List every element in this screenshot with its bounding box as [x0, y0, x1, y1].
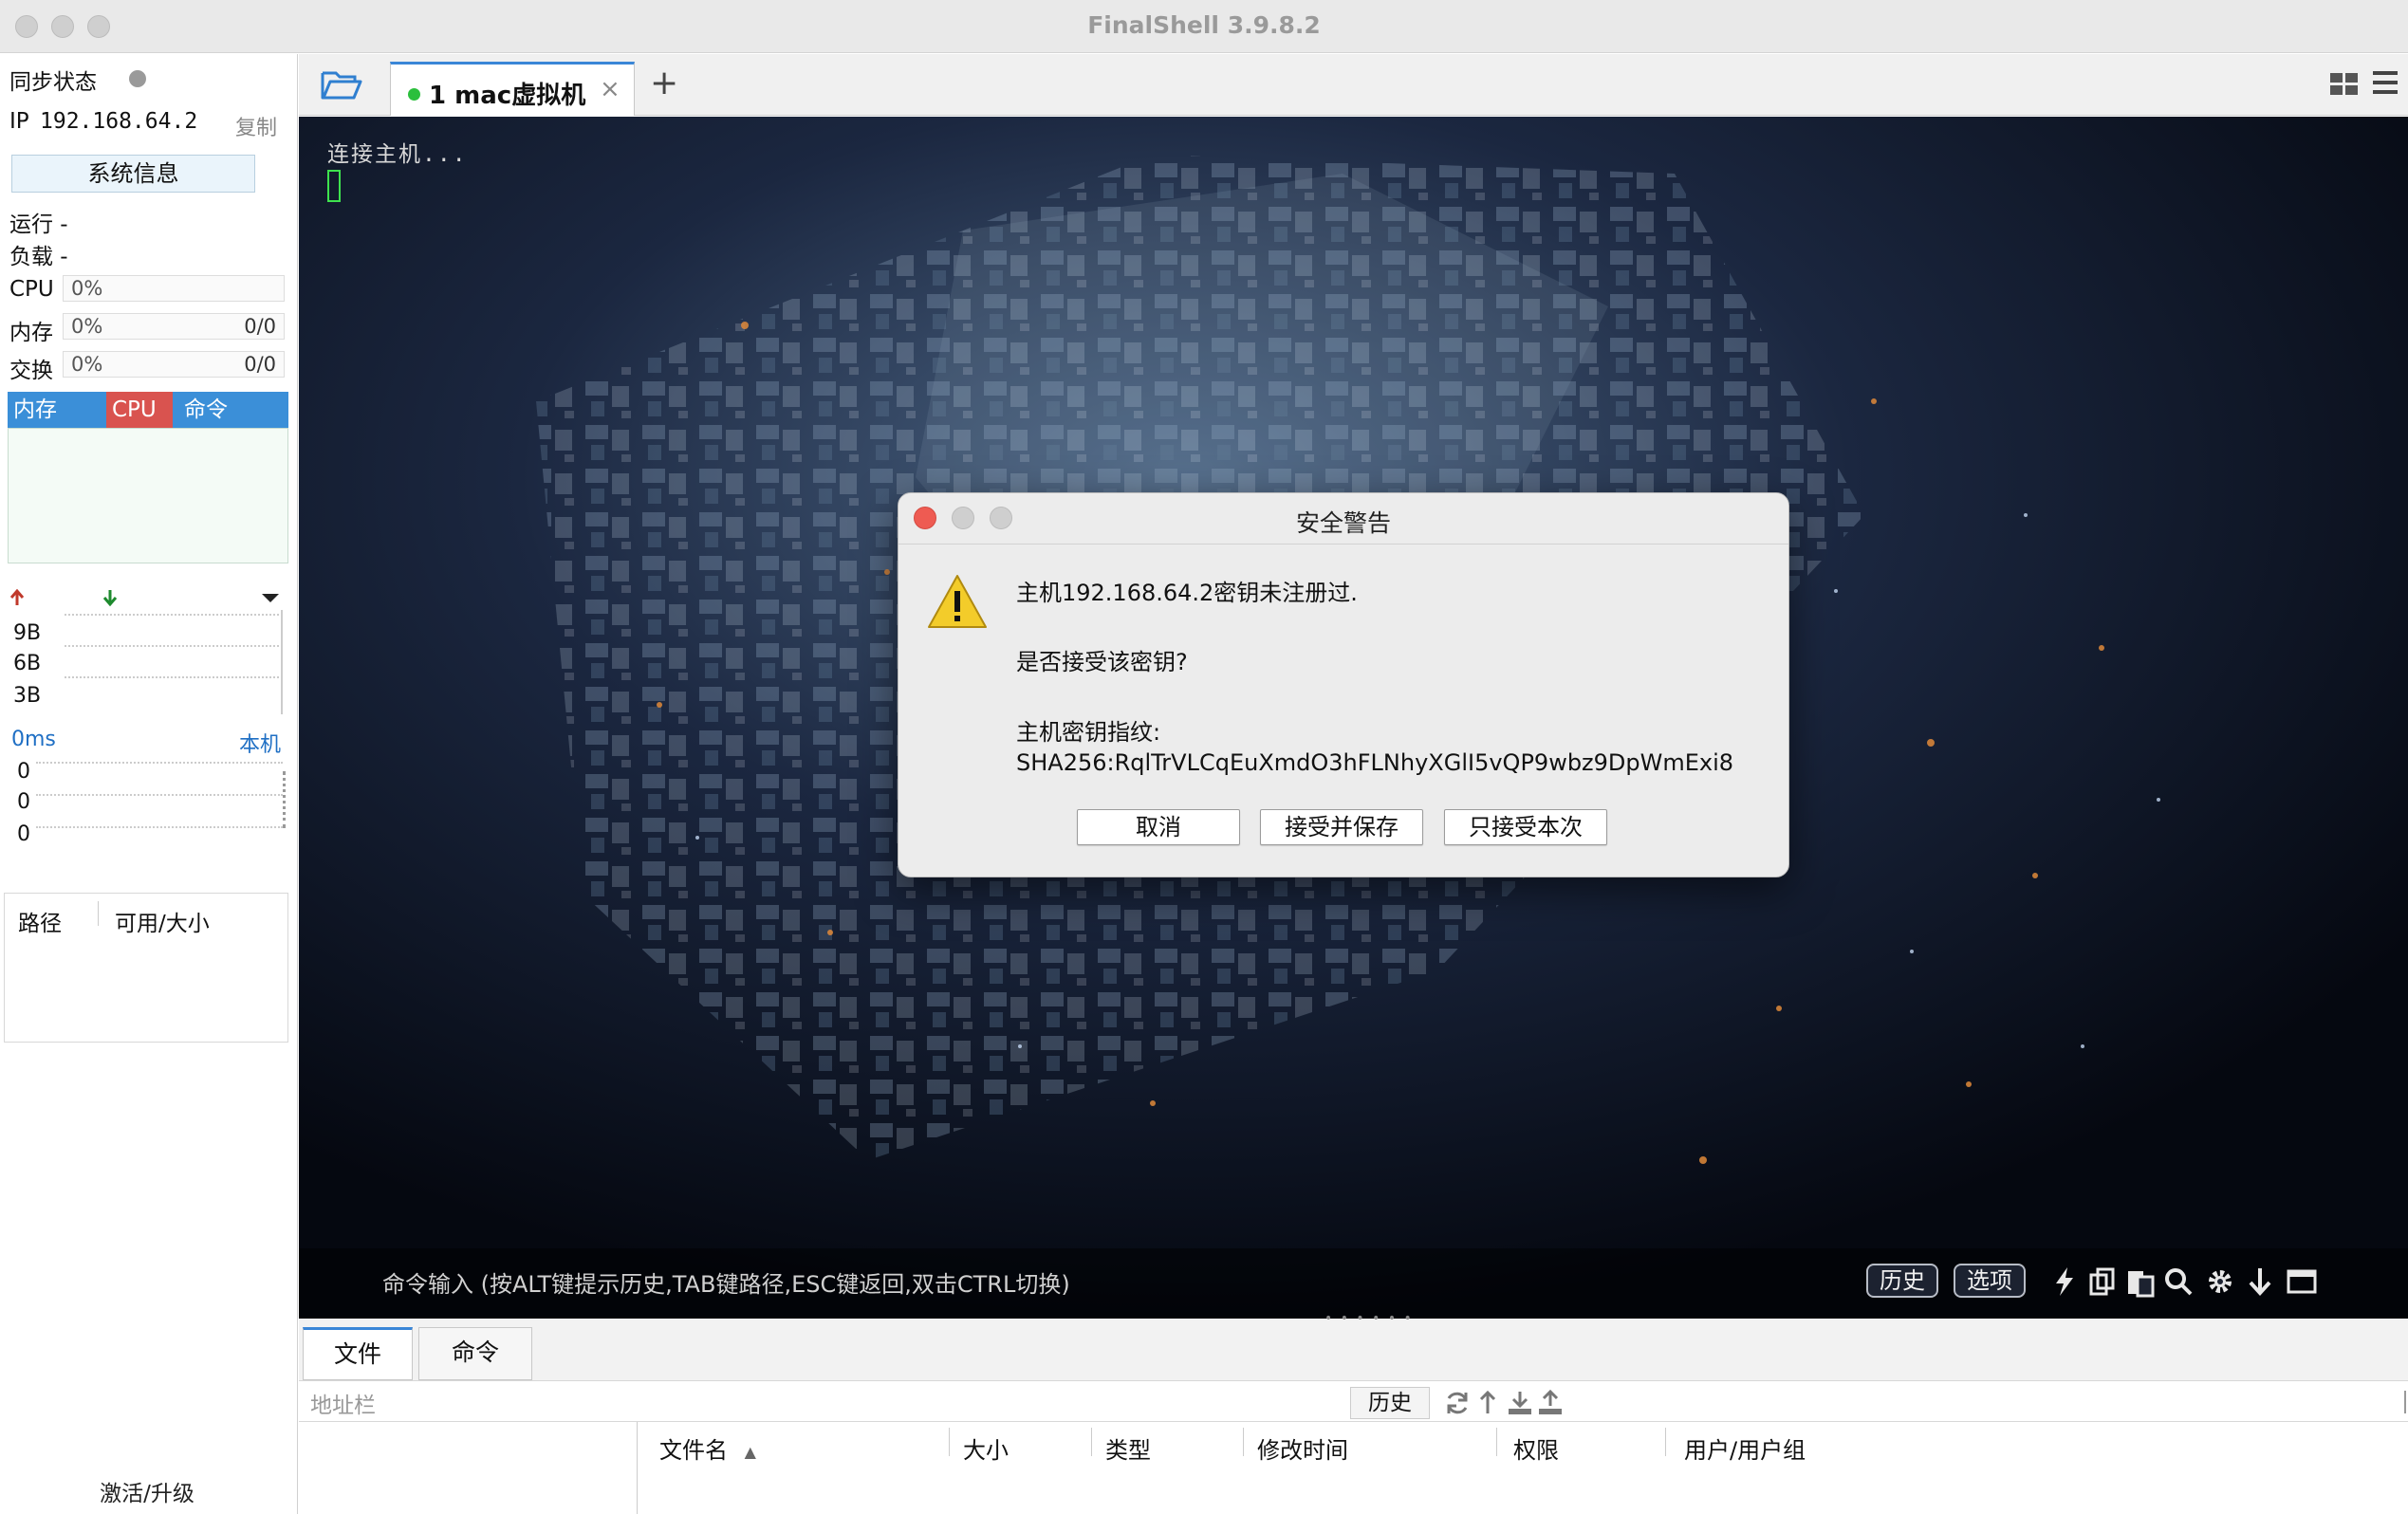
security-warning-dialog: 安全警告 主机192.168.64.2密钥未注册过. 是否接受该密钥? 主机密钥… [898, 492, 1789, 877]
ping-value-2: 0 [17, 790, 30, 814]
sort-ascending-icon: ▲ [744, 1442, 756, 1461]
command-input-bar[interactable]: 命令输入 (按ALT键提示历史,TAB键路径,ESC键返回,双击CTRL切换) … [299, 1248, 2408, 1319]
col-filename[interactable]: 文件名 ▲ [659, 1431, 756, 1465]
refresh-icon[interactable] [1443, 1389, 1472, 1417]
directory-tree[interactable] [299, 1422, 638, 1514]
terminal-history-button[interactable]: 历史 [1866, 1264, 1938, 1298]
search-icon[interactable] [2162, 1265, 2195, 1298]
swap-meter: 0% 0/0 [63, 351, 285, 378]
dialog-message-question: 是否接受该密钥? [1016, 649, 1188, 675]
accept-once-button[interactable]: 只接受本次 [1444, 809, 1607, 845]
ping-target[interactable]: 本机 [239, 728, 281, 758]
col-permissions[interactable]: 权限 [1513, 1431, 1559, 1465]
activate-upgrade-link[interactable]: 激活/升级 [0, 1475, 294, 1507]
col-size[interactable]: 大小 [963, 1431, 1009, 1465]
tab-mac-vm-label: 1 mac虚拟机 [429, 82, 586, 110]
mem-amount: 0/0 [244, 315, 276, 338]
terminal-options-button[interactable]: 选项 [1954, 1264, 2026, 1298]
warning-icon [928, 575, 987, 628]
ping-panel: 0ms 本机 0 0 0 [8, 728, 288, 865]
window-title: FinalShell 3.9.8.2 [1087, 11, 1321, 39]
ip-value: 192.168.64.2 [40, 109, 198, 134]
disk-col-size[interactable]: 可用/大小 [115, 905, 210, 937]
system-info-button[interactable]: 系统信息 [11, 155, 255, 193]
ping-value-1: 0 [17, 760, 30, 784]
scroll-down-icon[interactable] [2244, 1265, 2276, 1298]
network-graph: 9B 6B 3B [8, 610, 288, 724]
dialog-title: 安全警告 [1295, 509, 1391, 537]
net-label-9b: 9B [13, 621, 42, 645]
add-tab-icon[interactable]: + [650, 64, 678, 102]
maximize-icon[interactable] [2286, 1265, 2318, 1298]
address-input[interactable]: 地址栏 [310, 1387, 376, 1419]
load-label: 负载 - [9, 245, 68, 269]
cancel-button[interactable]: 取消 [1077, 809, 1240, 845]
mem-meter: 0% 0/0 [63, 313, 285, 340]
tab-files[interactable]: 文件 [303, 1327, 413, 1380]
finalshell-window: FinalShell 3.9.8.2 同步状态 IP 192.168.64.2 … [0, 0, 2408, 1514]
col-type[interactable]: 类型 [1105, 1431, 1151, 1465]
copy-icon[interactable] [2086, 1265, 2119, 1298]
tab-commands[interactable]: 命令 [418, 1327, 532, 1380]
upload-icon[interactable] [1536, 1389, 1565, 1417]
dialog-fingerprint-value: SHA256:RqlTrVLCqEuXmdO3hFLNhyXGlI5vQP9wb… [1016, 749, 1734, 776]
ping-latency: 0ms [11, 728, 56, 751]
cpu-percent: 0% [71, 277, 103, 300]
mem-label: 内存 [9, 321, 53, 345]
mem-percent: 0% [71, 315, 103, 338]
ping-value-3: 0 [17, 822, 30, 846]
download-icon[interactable] [1506, 1389, 1534, 1417]
lightning-icon[interactable] [2048, 1265, 2081, 1298]
accept-and-save-button[interactable]: 接受并保存 [1260, 809, 1423, 845]
paste-icon[interactable] [2124, 1265, 2157, 1298]
left-panel: 同步状态 IP 192.168.64.2 复制 系统信息 运行 - 负载 - C… [0, 54, 298, 1514]
terminal-output: 连接主机... [327, 142, 468, 167]
cpu-label: CPU [9, 277, 54, 302]
command-input-hint[interactable]: 命令输入 (按ALT键提示历史,TAB键路径,ESC键返回,双击CTRL切换) [382, 1265, 1070, 1299]
sync-status-dot [129, 70, 146, 87]
chevron-down-icon [262, 594, 279, 602]
address-bar: 地址栏 历史 [299, 1380, 2408, 1422]
proc-tab-cpu[interactable]: CPU [106, 392, 173, 428]
terminal-cursor [327, 170, 341, 202]
parent-directory-icon[interactable] [1473, 1389, 1502, 1417]
dialog-title-bar: 安全警告 [898, 493, 1788, 545]
process-tabs: 内存 CPU 命令 [8, 392, 288, 428]
sync-status-label: 同步状态 [9, 70, 97, 95]
hamburger-menu-icon[interactable] [2371, 67, 2399, 98]
ip-label: IP [9, 109, 29, 134]
dialog-message-host: 主机192.168.64.2密钥未注册过. [1016, 580, 1358, 606]
disk-table: 路径 可用/大小 [4, 893, 288, 1043]
proc-tab-cmd[interactable]: 命令 [178, 392, 233, 428]
uptime-label: 运行 - [9, 212, 68, 237]
layout-grid-icon[interactable] [2329, 71, 2360, 98]
connection-status-dot [408, 88, 420, 101]
swap-amount: 0/0 [244, 353, 276, 376]
swap-label: 交换 [9, 359, 53, 383]
net-label-3b: 3B [13, 684, 42, 708]
open-folder-icon[interactable] [320, 65, 363, 103]
col-modified[interactable]: 修改时间 [1257, 1431, 1348, 1465]
dialog-fingerprint-label: 主机密钥指纹: [1016, 719, 1161, 746]
col-filename-label: 文件名 [659, 1437, 728, 1464]
path-history-button[interactable]: 历史 [1350, 1387, 1430, 1419]
file-browser: 文件名 ▲ 大小 类型 修改时间 权限 用户/用户组 [299, 1422, 2408, 1514]
tab-mac-vm[interactable]: 1 mac虚拟机 × [390, 62, 635, 116]
swap-percent: 0% [71, 353, 103, 376]
close-tab-icon[interactable]: × [600, 75, 621, 103]
session-tab-bar: 1 mac虚拟机 × + [299, 54, 2408, 116]
title-bar: FinalShell 3.9.8.2 [0, 0, 2408, 53]
net-label-6b: 6B [13, 652, 42, 675]
process-list [8, 428, 288, 563]
copy-ip-button[interactable]: 复制 [235, 111, 277, 141]
gear-icon[interactable] [2204, 1265, 2236, 1298]
bottom-panel: 文件 命令 地址栏 历史 文件名 ▲ 大小 类型 修改时间 权限 用户/用户组 [299, 1320, 2408, 1514]
col-owner[interactable]: 用户/用户组 [1684, 1431, 1806, 1465]
proc-tab-mem[interactable]: 内存 [8, 392, 63, 428]
cpu-meter: 0% [63, 275, 285, 302]
upload-arrow-icon [9, 588, 25, 605]
network-header [9, 588, 279, 607]
disk-col-path[interactable]: 路径 [18, 905, 62, 937]
download-arrow-icon [102, 590, 118, 607]
